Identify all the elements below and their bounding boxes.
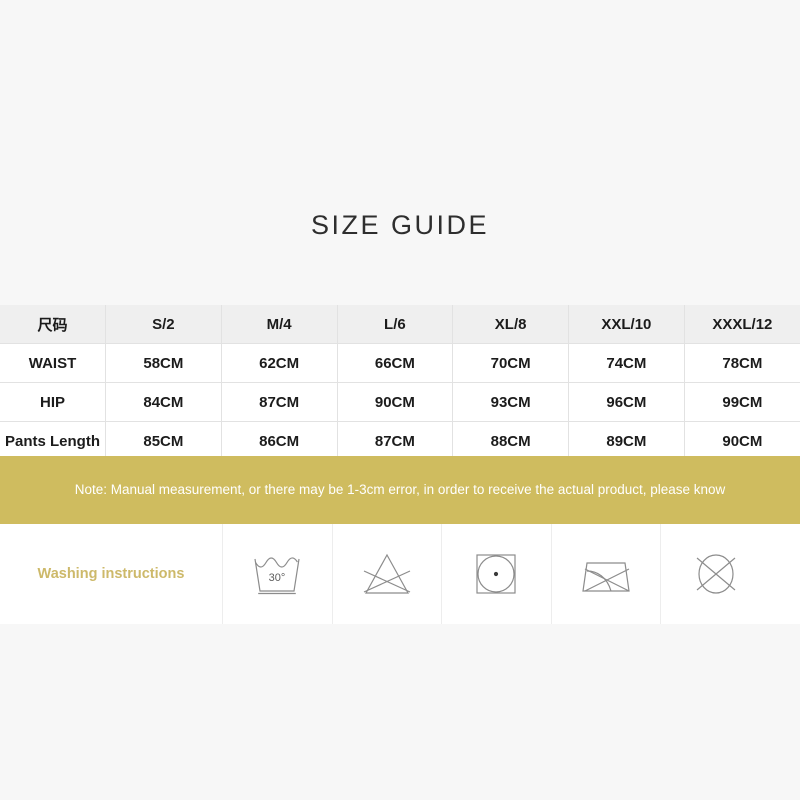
cell-pants-length-l: 87CM (337, 421, 454, 461)
size-table: 尺码 S/2 M/4 L/6 XL/8 XXL/10 XXXL/12 WAIST… (0, 305, 800, 461)
cell-hip-xxl: 96CM (568, 382, 685, 422)
cell-pants-length-xl: 88CM (452, 421, 569, 461)
care-icon-cell-wash: 30° (222, 524, 332, 624)
row-label-pants-length: Pants Length (0, 421, 106, 461)
row-label-waist: WAIST (0, 343, 106, 383)
wash-30-degrees-icon: 30° (248, 549, 306, 599)
cell-waist-xxxl: 78CM (684, 343, 800, 383)
wash-temperature-text: 30° (269, 572, 286, 584)
cell-waist-l: 66CM (337, 343, 454, 383)
row-label-hip: HIP (0, 382, 106, 422)
washing-instructions-label: Washing instructions (37, 566, 185, 582)
cell-hip-xxxl: 99CM (684, 382, 800, 422)
care-icon-cell-dry-clean (660, 524, 770, 624)
table-row: HIP 84CM 87CM 90CM 93CM 96CM 99CM (0, 382, 800, 422)
cell-pants-length-m: 86CM (221, 421, 338, 461)
table-row: WAIST 58CM 62CM 66CM 70CM 74CM 78CM (0, 343, 800, 383)
table-header-cell-s: S/2 (105, 305, 222, 344)
care-icon-row: 30° (222, 524, 800, 624)
table-body: WAIST 58CM 62CM 66CM 70CM 74CM 78CM HIP … (0, 343, 800, 461)
size-guide-page: SIZE GUIDE 尺码 S/2 M/4 L/6 XL/8 XXL/10 XX… (0, 0, 800, 800)
cell-hip-s: 84CM (105, 382, 222, 422)
care-icon-cell-iron (550, 524, 661, 624)
cell-hip-l: 90CM (337, 382, 454, 422)
note-banner: Note: Manual measurement, or there may b… (0, 456, 800, 524)
do-not-bleach-icon (358, 549, 416, 599)
cell-pants-length-xxl: 89CM (568, 421, 685, 461)
table-header-cell-xxl: XXL/10 (568, 305, 685, 344)
table-header-cell-xl: XL/8 (452, 305, 569, 344)
washing-label-cell: Washing instructions (0, 524, 222, 624)
cell-waist-m: 62CM (221, 343, 338, 383)
care-icon-cell-tumble-dry (441, 524, 551, 624)
cell-waist-xl: 70CM (452, 343, 569, 383)
note-text: Note: Manual measurement, or there may b… (74, 482, 726, 497)
bottom-filler (0, 624, 800, 800)
cell-waist-xxl: 74CM (568, 343, 685, 383)
tumble-dry-low-icon (467, 549, 525, 599)
do-not-iron-icon (577, 549, 635, 599)
table-header-cell-l: L/6 (337, 305, 454, 344)
do-not-dry-clean-icon (687, 549, 745, 599)
cell-waist-s: 58CM (105, 343, 222, 383)
table-header-cell-m: M/4 (221, 305, 338, 344)
cell-hip-xl: 93CM (452, 382, 569, 422)
table-header-cell-xxxl: XXXL/12 (684, 305, 800, 344)
cell-pants-length-xxxl: 90CM (684, 421, 800, 461)
table-header-row: 尺码 S/2 M/4 L/6 XL/8 XXL/10 XXXL/12 (0, 305, 800, 344)
table-header: 尺码 S/2 M/4 L/6 XL/8 XXL/10 XXXL/12 (0, 305, 800, 344)
cell-hip-m: 87CM (221, 382, 338, 422)
page-title: SIZE GUIDE (310, 210, 490, 240)
table-header-cell-size: 尺码 (0, 305, 106, 344)
title-area: SIZE GUIDE (0, 205, 800, 245)
table-row: Pants Length 85CM 86CM 87CM 88CM 89CM 90… (0, 421, 800, 461)
cell-pants-length-s: 85CM (105, 421, 222, 461)
washing-instructions-strip: Washing instructions 30° (0, 524, 800, 624)
care-icon-cell-bleach (331, 524, 442, 624)
